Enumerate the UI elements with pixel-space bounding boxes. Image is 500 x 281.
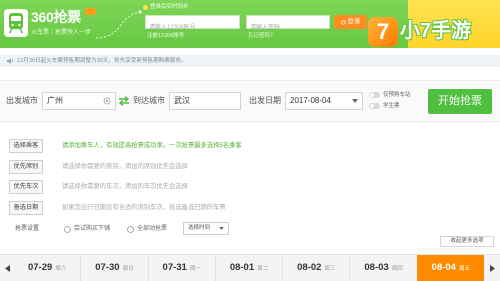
date-bar: 07-29 周六 07-30 周日 07-31 周一 08-01 周二 08-0… <box>0 254 500 281</box>
seat-preference-button[interactable]: 优先席别 <box>9 160 43 174</box>
date-item-date: 08-02 <box>297 262 322 273</box>
date-item-weekday: 周四 <box>391 266 403 272</box>
date-item-weekday: 周日 <box>122 266 134 272</box>
date-item-date: 08-01 <box>229 262 255 273</box>
lower-berth-label[interactable]: 尝试购买下铺 <box>74 225 110 233</box>
date-item-date: 07-30 <box>95 262 120 273</box>
date-list: 07-29 周六 07-30 周日 07-31 周一 08-01 周二 08-0… <box>14 255 484 281</box>
date-item[interactable]: 08-02 周三 <box>282 255 349 281</box>
to-city-value: 武汉 <box>174 96 190 105</box>
grab-settings-label: 抢票设置 <box>15 226 40 232</box>
train-preference-button[interactable]: 优先车次 <box>9 180 43 194</box>
date-item-date: 07-31 <box>162 262 187 273</box>
to-city-field[interactable]: 武汉 <box>169 92 241 110</box>
swap-cities-icon[interactable] <box>118 96 130 106</box>
toggle-station-only-label: 仅预购车站 <box>383 92 411 98</box>
date-item-weekday: 周五 <box>458 266 470 272</box>
dashed-trail-decoration <box>95 10 142 39</box>
next-dates-button[interactable] <box>484 255 500 281</box>
date-item-weekday: 周六 <box>55 266 67 272</box>
lower-berth-radio[interactable] <box>64 226 71 233</box>
from-city-label: 出发城市 <box>6 96 38 105</box>
user-icon <box>340 19 346 25</box>
time-select-value: 选择时间 <box>188 225 211 231</box>
notice-text: 12月30日起火车票预售期调整为30天，抢先享受新预售期购票服务。 <box>17 58 187 64</box>
account-field[interactable] <box>145 15 240 34</box>
sync-label: 登录后实时同步 <box>150 4 189 10</box>
date-item[interactable]: 08-01 周二 <box>214 255 282 281</box>
date-item[interactable]: 07-30 周日 <box>80 255 147 281</box>
chevron-right-icon <box>489 264 495 272</box>
toggle-more-options-button[interactable]: 收起更多选项 <box>440 236 494 247</box>
all-trains-label[interactable]: 全部动抢票 <box>137 225 167 233</box>
watermark-text: 小7手游 <box>400 20 472 42</box>
all-trains-radio[interactable] <box>127 226 134 233</box>
from-city-field[interactable]: 广州 <box>42 92 116 110</box>
login-button-label: 登录 <box>347 18 361 25</box>
select-passenger-button[interactable]: 选择乘客 <box>9 139 43 153</box>
date-item[interactable]: 07-29 周六 <box>14 255 80 281</box>
app-slogan: 火车票｜抢票快人一步 <box>31 30 92 36</box>
select-passenger-hint[interactable]: 请添加乘车人，有效提高抢票成功率。一次抢票最多选择5名乘客 <box>62 142 242 150</box>
date-item-date: 07-29 <box>27 262 53 273</box>
sync-icon <box>143 5 148 10</box>
app-logo-text: 360抢票 <box>31 9 81 25</box>
backup-date-button[interactable]: 备选日期 <box>9 201 43 215</box>
toggle-student-ticket-label: 学生票 <box>383 103 400 109</box>
date-item-date: 08-03 <box>364 262 389 273</box>
prev-dates-button[interactable] <box>0 255 14 281</box>
toggle-student-ticket[interactable] <box>369 103 380 109</box>
speaker-icon <box>7 58 14 64</box>
app-window: 360抢票 火车票｜抢票快人一步 登录后实时同步 注册12306账号 忘记密码？… <box>0 0 500 281</box>
password-field[interactable] <box>246 15 330 34</box>
date-label: 出发日期 <box>249 96 281 105</box>
backup-date-hint: 如果您出行日期没有合适的席别车次，抢选备选日期的车票 <box>62 204 226 211</box>
register-link[interactable]: 注册12306账号 <box>147 32 184 40</box>
time-select[interactable]: 选择时间 <box>183 222 229 235</box>
date-item-weekday: 周三 <box>324 266 336 272</box>
date-item[interactable]: 07-31 周一 <box>147 255 215 281</box>
date-value: 2017-08-04 <box>290 96 331 105</box>
date-item-date: 08-04 <box>431 262 456 273</box>
forgot-password-link[interactable]: 忘记密码？ <box>248 32 276 40</box>
toggle-station-only[interactable] <box>369 92 380 98</box>
watermark-logo-icon: 7 <box>368 17 398 47</box>
login-button[interactable]: 登录 <box>334 15 367 29</box>
train-icon <box>4 9 28 37</box>
chevron-down-icon <box>219 227 224 230</box>
location-icon[interactable] <box>103 97 111 105</box>
to-city-label: 到达城市 <box>133 96 165 105</box>
start-grab-button[interactable]: 开始抢票 <box>428 89 492 114</box>
date-item-weekday: 周一 <box>189 266 201 272</box>
seat-preference-hint: 请选择你需要的席别，添加的席别优先会选择 <box>62 163 188 170</box>
chevron-left-icon <box>4 264 10 272</box>
date-item-weekday: 周二 <box>257 266 269 272</box>
from-city-value: 广州 <box>47 96 63 105</box>
train-preference-hint: 请选择你需要的车次，添加的车次优先会选择 <box>62 183 188 190</box>
date-item[interactable]: 08-04 周五 <box>416 255 484 281</box>
date-item[interactable]: 08-03 周四 <box>349 255 416 281</box>
date-field[interactable]: 2017-08-04 <box>285 92 363 110</box>
chevron-down-icon[interactable] <box>352 99 358 103</box>
